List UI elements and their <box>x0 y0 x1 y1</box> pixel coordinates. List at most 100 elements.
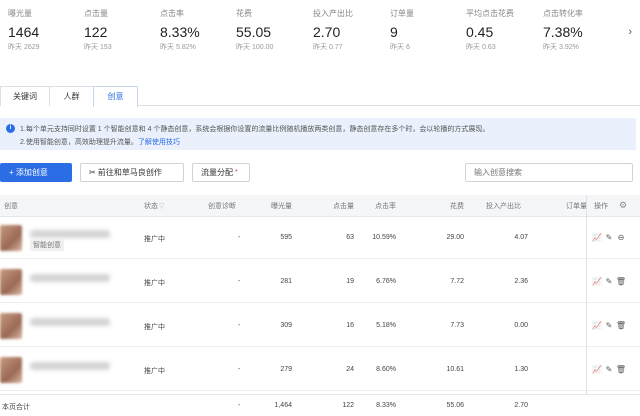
metric-compare: 昨天 2629 <box>8 44 40 51</box>
metric-compare: 昨天 3.92% <box>543 44 579 51</box>
roi-cell: 2.36 <box>514 278 528 285</box>
table-footer-totals: 本页合计 - 1,464 122 8.33% 55.06 2.70 <box>0 394 640 416</box>
metric-value: 7.38% <box>543 24 583 40</box>
delete-icon[interactable]: 🗑 <box>615 321 627 330</box>
table-row[interactable]: 推广中 - 279 24 8.60% 10.61 1.30 📈 ✎ 🗑 <box>0 349 640 391</box>
page-total-label: 本页合计 <box>2 404 30 411</box>
metrics-bar: 曝光量 1464 昨天 2629 点击量 122 昨天 153 点击率 8.33% … <box>0 0 640 64</box>
go-create-button[interactable]: ✂ 前往和草马良创作 <box>80 163 184 182</box>
edit-icon[interactable]: ✎ <box>603 233 615 242</box>
diagnosis-total: - <box>238 402 241 409</box>
metric-impressions[interactable]: 曝光量 1464 昨天 2629 <box>8 8 78 52</box>
pause-icon[interactable]: ⊖ <box>615 233 627 242</box>
col-operations: 操作 <box>594 203 608 210</box>
col-cost[interactable]: 花费 <box>442 201 464 211</box>
filter-icon: ▽ <box>159 203 165 210</box>
creative-thumbnail[interactable] <box>0 269 22 295</box>
metric-label: 订单量 <box>390 9 414 18</box>
metric-orders[interactable]: 订单量 9 昨天 6 <box>390 8 460 52</box>
table-row[interactable]: 推广中 - 281 19 6.76% 7.72 2.36 📈 ✎ 🗑 <box>0 261 640 303</box>
diagnosis-cell: - <box>238 322 241 329</box>
usage-tips-link[interactable]: 了解使用技巧 <box>138 139 180 146</box>
metric-value: 0.45 <box>466 24 494 40</box>
row-operations: 📈 ✎ 🗑 <box>591 277 636 286</box>
delete-icon[interactable]: 🗑 <box>615 277 627 286</box>
col-status[interactable]: 状态▽ <box>144 201 164 211</box>
ctr-cell: 6.76% <box>376 278 396 285</box>
metric-cvr[interactable]: 点击转化率 7.38% 昨天 3.92% <box>543 8 613 52</box>
tab-creative[interactable]: 创意 <box>93 86 138 107</box>
status-cell: 推广中 <box>144 324 165 331</box>
roi-cell: 0.00 <box>514 322 528 329</box>
col-orders[interactable]: 订单量 <box>566 201 587 211</box>
table-header: 创意 状态▽ 创意诊断 曝光量 点击量 点击率 花费 投入产出比 订单量 操作 … <box>0 195 640 217</box>
metric-value: 1464 <box>8 24 40 40</box>
table-row[interactable]: 智能创意 推广中 - 595 63 10.59% 29.00 4.07 📈 ✎ ⊖ <box>0 217 640 259</box>
chevron-right-icon[interactable]: › <box>628 26 632 38</box>
metric-compare: 昨天 0.77 <box>313 44 343 51</box>
creative-name <box>30 318 110 326</box>
impressions-cell: 595 <box>280 234 292 241</box>
trend-chart-icon[interactable]: 📈 <box>591 365 603 374</box>
metric-compare: 昨天 6 <box>390 44 410 51</box>
edit-icon[interactable]: ✎ <box>603 365 615 374</box>
delete-icon[interactable]: 🗑 <box>615 365 627 374</box>
col-ctr[interactable]: 点击率 <box>372 201 396 211</box>
tab-bar: 关键词 人群 创意 <box>0 86 640 107</box>
clicks-cell: 24 <box>346 366 354 373</box>
creative-thumbnail[interactable] <box>0 225 22 251</box>
metric-value: 2.70 <box>313 24 341 40</box>
tab-audience[interactable]: 人群 <box>49 86 94 106</box>
trend-chart-icon[interactable]: 📈 <box>591 321 603 330</box>
cost-cell: 7.72 <box>450 278 464 285</box>
col-clicks[interactable]: 点击量 <box>330 201 354 211</box>
diagnosis-cell: - <box>238 234 241 241</box>
impressions-cell: 279 <box>280 366 292 373</box>
roi-cell: 1.30 <box>514 366 528 373</box>
metric-value: 122 <box>84 24 108 40</box>
notice-line-2: 2.使用智能创意，高效助理提升流量。了解使用技巧 <box>20 139 180 146</box>
metric-cost[interactable]: 花费 55.05 昨天 100.00 <box>236 8 306 52</box>
metric-label: 点击量 <box>84 9 108 18</box>
notice-line-1: 1.每个单元支持同时设置 1 个智能创意和 4 个静态创意，系统会根据你设置的流… <box>20 126 490 133</box>
metric-clicks[interactable]: 点击量 122 昨天 153 <box>84 8 154 52</box>
metric-label: 点击率 <box>160 9 184 18</box>
metric-roi[interactable]: 投入产出比 2.70 昨天 0.77 <box>313 8 383 52</box>
status-cell: 推广中 <box>144 236 165 243</box>
edit-icon[interactable]: ✎ <box>603 321 615 330</box>
metric-compare: 昨天 0.63 <box>466 44 496 51</box>
column-settings-icon[interactable]: ⚙ <box>619 200 627 211</box>
edit-icon[interactable]: ✎ <box>603 277 615 286</box>
impressions-cell: 281 <box>280 278 292 285</box>
metric-ctr[interactable]: 点击率 8.33% 昨天 5.82% <box>160 8 230 52</box>
creative-search-input[interactable] <box>465 163 633 182</box>
metric-label: 曝光量 <box>8 9 32 18</box>
col-diagnosis: 创意诊断 <box>208 203 236 210</box>
info-icon: i <box>6 124 15 133</box>
col-creative: 创意 <box>4 203 18 210</box>
smart-creative-tag: 智能创意 <box>30 239 64 251</box>
cost-cell: 7.73 <box>450 322 464 329</box>
trend-chart-icon[interactable]: 📈 <box>591 277 603 286</box>
impressions-cell: 309 <box>280 322 292 329</box>
add-creative-button[interactable]: + 添加创意 <box>0 163 72 182</box>
metric-avg-cpc[interactable]: 平均点击花费 0.45 昨天 0.63 <box>466 8 536 52</box>
trend-chart-icon[interactable]: 📈 <box>591 233 603 242</box>
ctr-cell: 5.18% <box>376 322 396 329</box>
diagnosis-cell: - <box>238 366 241 373</box>
row-operations: 📈 ✎ 🗑 <box>591 321 636 330</box>
col-roi[interactable]: 投入产出比 <box>486 201 521 211</box>
impressions-total: 1,464 <box>274 402 292 409</box>
clicks-cell: 63 <box>346 234 354 241</box>
col-impressions[interactable]: 曝光量 <box>262 201 292 211</box>
ctr-cell: 10.59% <box>372 234 396 241</box>
creative-thumbnail[interactable] <box>0 357 22 383</box>
creative-thumbnail[interactable] <box>0 313 22 339</box>
roi-total: 2.70 <box>514 402 528 409</box>
roi-cell: 4.07 <box>514 234 528 241</box>
table-row[interactable]: 推广中 - 309 16 5.18% 7.73 0.00 📈 ✎ 🗑 <box>0 305 640 347</box>
metric-label: 平均点击花费 <box>466 9 514 18</box>
tab-keywords[interactable]: 关键词 <box>0 86 50 106</box>
metric-label: 花费 <box>236 9 252 18</box>
traffic-allocation-button[interactable]: 流量分配 * <box>192 163 250 182</box>
